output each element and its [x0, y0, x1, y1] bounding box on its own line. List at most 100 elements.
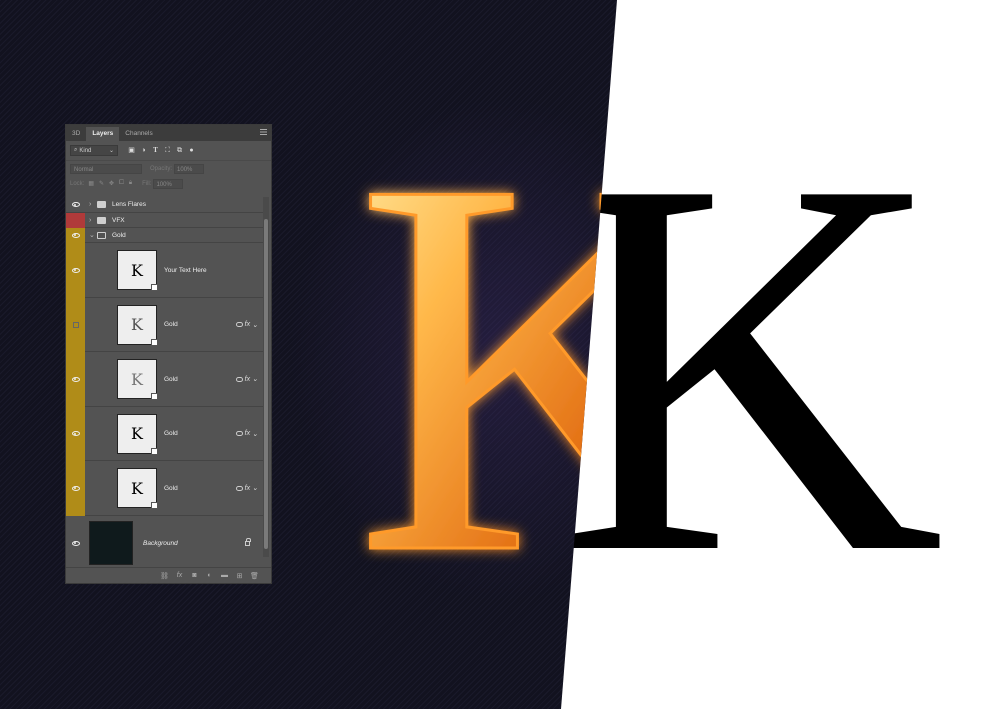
chevron-down-icon[interactable]: ⌄	[252, 430, 258, 438]
layer-row-gold-4[interactable]: K Gold fx ⌄	[66, 461, 264, 516]
fill-field[interactable]: 100%	[153, 178, 184, 189]
eye-icon	[71, 540, 80, 546]
lock-all-icon[interactable]: 🔒︎	[129, 180, 132, 187]
opacity-field[interactable]: 100%	[174, 163, 205, 174]
visibility-toggle[interactable]	[66, 213, 85, 227]
adjustment-icon[interactable]: ◐	[205, 572, 214, 580]
lock-transparent-icon[interactable]: ▦	[88, 180, 94, 187]
hidden-visibility-box	[72, 321, 79, 328]
layer-row-your-text-here[interactable]: K Your Text Here	[66, 243, 264, 298]
link-icon	[235, 431, 243, 436]
lock-row: Lock: ▦ ✎ ✥ ⧠ 🔒︎ Fill: 100%	[66, 176, 271, 191]
smart-object-filter-icon[interactable]: ⧉	[176, 147, 183, 154]
smart-object-badge-icon	[151, 338, 158, 346]
visibility-toggle[interactable]	[66, 516, 85, 570]
eye-icon	[71, 202, 80, 207]
link-icon	[235, 376, 243, 382]
mask-icon[interactable]: ◙	[190, 572, 199, 580]
blend-mode-select[interactable]: Normal	[70, 163, 142, 174]
layer-name: Lens Flares	[112, 201, 146, 208]
thumbnail-letter: K	[131, 315, 143, 334]
eye-icon	[71, 232, 80, 238]
smart-object-badge-icon	[151, 393, 158, 400]
layer-effects[interactable]: fx ⌄	[235, 375, 258, 383]
eye-icon	[71, 376, 80, 382]
eye-icon	[71, 267, 80, 273]
layer-row-gold-group[interactable]: ⌄ Gold	[66, 228, 264, 243]
layer-row-gold-2[interactable]: K Gold fx ⌄	[66, 352, 264, 407]
fill-label: Fill:	[142, 180, 152, 187]
trash-icon[interactable]: 🗑︎	[250, 572, 259, 580]
chevron-right-icon[interactable]: ›	[89, 201, 94, 208]
layer-row-lens-flares[interactable]: › Lens Flares	[66, 197, 264, 213]
layer-name: Gold	[164, 484, 178, 492]
visibility-toggle[interactable]	[66, 407, 85, 460]
blend-row: Normal Opacity: 100%	[66, 161, 271, 176]
chevron-right-icon[interactable]: ›	[89, 217, 94, 224]
layer-thumbnail: K	[117, 468, 158, 509]
visibility-toggle[interactable]	[66, 352, 85, 406]
layers-scrollbar[interactable]	[263, 197, 269, 557]
visibility-toggle[interactable]	[66, 461, 85, 515]
link-layers-icon[interactable]: ⛓	[160, 572, 169, 580]
layer-name: Gold	[164, 430, 178, 437]
visibility-toggle[interactable]	[66, 298, 85, 351]
new-layer-icon[interactable]: ⊞	[235, 572, 244, 580]
visibility-toggle[interactable]	[66, 243, 85, 297]
fx-label: fx	[244, 375, 251, 383]
visibility-toggle[interactable]	[66, 197, 85, 212]
layer-effects[interactable]: fx ⌄	[235, 321, 258, 329]
tab-layers[interactable]: Layers	[86, 127, 120, 141]
lock-artboard-icon[interactable]: ⧠	[119, 180, 124, 187]
layer-effects[interactable]: fx ⌄	[235, 430, 258, 438]
letter-k-black: K	[555, 67, 945, 665]
chevron-down-icon: ⌄	[108, 148, 114, 154]
eye-icon	[71, 485, 80, 491]
chevron-down-icon[interactable]: ⌄	[252, 321, 258, 329]
layer-row-background[interactable]: Background	[66, 516, 264, 570]
chevron-down-icon[interactable]: ⌄	[252, 375, 258, 383]
thumbnail-letter: K	[131, 424, 143, 443]
background-thumbnail	[89, 521, 133, 565]
lock-move-icon[interactable]: ✥	[109, 180, 114, 187]
layers-panel: 3D Layers Channels ⌕ Kind ⌄ ▣ ◑ T ⛶ ⧉ ● …	[65, 124, 272, 584]
new-group-icon[interactable]: ▬	[220, 572, 229, 580]
thumbnail-letter: K	[131, 369, 143, 389]
folder-icon	[97, 201, 106, 208]
fx-label: fx	[244, 430, 251, 437]
search-icon: ⌕	[74, 147, 78, 153]
chevron-down-icon[interactable]: ⌄	[252, 484, 258, 492]
filter-toggle-icon[interactable]: ●	[188, 147, 195, 154]
folder-icon	[97, 216, 106, 224]
scrollbar-thumb[interactable]	[264, 219, 268, 549]
layer-row-vfx[interactable]: › VFX	[66, 213, 264, 228]
layer-row-gold-1[interactable]: K Gold fx ⌄	[66, 298, 264, 352]
tab-3d[interactable]: 3D	[66, 127, 86, 141]
fx-label: fx	[244, 321, 251, 328]
smart-object-badge-icon	[151, 284, 158, 291]
visibility-toggle[interactable]	[66, 228, 85, 242]
layer-row-gold-3[interactable]: K Gold fx ⌄	[66, 407, 264, 461]
pixel-filter-icon[interactable]: ▣	[128, 147, 135, 154]
eye-icon	[71, 431, 80, 436]
chevron-down-icon[interactable]: ⌄	[89, 231, 95, 239]
tab-channels[interactable]: Channels	[119, 127, 158, 141]
layer-thumbnail: K	[117, 359, 158, 400]
adjustment-filter-icon[interactable]: ◑	[140, 147, 147, 154]
opacity-label: Opacity:	[150, 165, 173, 172]
filter-bar: ⌕ Kind ⌄ ▣ ◑ T ⛶ ⧉ ●	[66, 141, 271, 161]
type-filter-icon[interactable]: T	[152, 147, 159, 154]
layer-thumbnail: K	[117, 304, 158, 346]
link-icon	[235, 322, 243, 327]
panel-menu-icon[interactable]	[260, 129, 267, 135]
layer-name: VFX	[112, 216, 125, 224]
fx-icon[interactable]: fx	[175, 572, 184, 580]
shape-filter-icon[interactable]: ⛶	[164, 147, 171, 154]
thumbnail-letter: K	[131, 478, 143, 498]
smart-object-badge-icon	[151, 502, 158, 509]
layer-name: Gold	[164, 321, 178, 328]
layer-effects[interactable]: fx ⌄	[235, 484, 258, 492]
filter-kind-select[interactable]: ⌕ Kind ⌄	[70, 145, 118, 156]
lock-paint-icon[interactable]: ✎	[99, 180, 104, 187]
thumbnail-letter: K	[131, 260, 143, 280]
